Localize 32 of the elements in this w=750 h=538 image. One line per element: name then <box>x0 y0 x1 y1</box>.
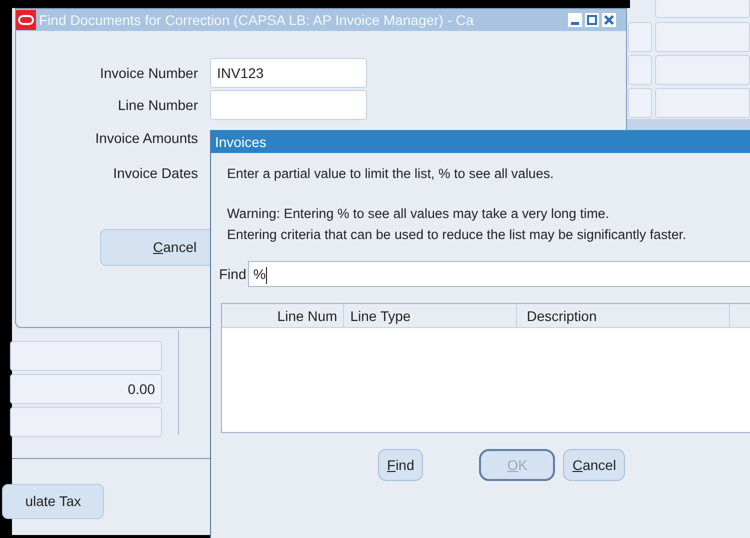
form-field[interactable] <box>655 22 750 52</box>
column-header[interactable]: Description <box>516 304 730 327</box>
column-header[interactable]: Line Num <box>222 304 344 327</box>
form-field[interactable]: 0.00 <box>10 374 162 404</box>
close-icon[interactable] <box>602 13 616 27</box>
form-field[interactable] <box>10 341 162 371</box>
calculate-tax-button[interactable]: ulate Tax <box>2 484 104 519</box>
window-title: Find Documents for Correction (CAPSA LB: AP Invoice Manager) - Ca <box>39 10 475 30</box>
form-field[interactable] <box>655 0 750 18</box>
warning-text: Warning: Entering % to see all values may take a very long time. <box>226 205 610 223</box>
minimize-icon[interactable] <box>568 13 582 27</box>
text-field[interactable] <box>210 90 367 120</box>
form-field[interactable] <box>628 55 652 85</box>
find-button[interactable]: Find <box>378 449 424 481</box>
column-header[interactable]: Line Type <box>344 304 517 327</box>
field-label: Invoice Number <box>98 64 198 82</box>
cancel-button[interactable]: Cancel <box>563 449 626 481</box>
form-field[interactable] <box>628 88 652 118</box>
maximize-icon[interactable] <box>585 13 599 27</box>
find-field[interactable]: % <box>248 261 750 287</box>
form-field[interactable] <box>10 407 162 437</box>
field-label: Invoice Dates <box>112 164 198 183</box>
form-field[interactable] <box>655 88 750 118</box>
form-field[interactable] <box>628 22 652 52</box>
field-label: Invoice Amounts <box>94 129 198 148</box>
dialog-title: Invoices <box>211 130 750 153</box>
field-label: Line Number <box>116 96 198 114</box>
instruction-text: Enter a partial value to limit the list, % to see all values. <box>226 165 555 183</box>
app-logo-icon <box>16 10 36 30</box>
form-field[interactable] <box>655 55 750 85</box>
text-field[interactable]: INV123 <box>210 58 367 88</box>
field-label: Find <box>219 264 246 284</box>
